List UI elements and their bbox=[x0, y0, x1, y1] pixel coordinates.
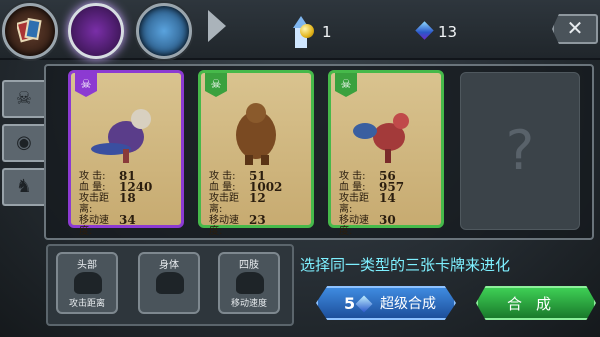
side-tab-eye[interactable]: ◉ bbox=[2, 124, 44, 162]
monster-art bbox=[91, 109, 151, 163]
range-value: 14 bbox=[379, 191, 396, 205]
super-merge-button[interactable]: 5 超级合成 bbox=[316, 286, 456, 320]
monster-art bbox=[236, 103, 276, 165]
rarity-badge-icon: ☠ bbox=[205, 73, 227, 97]
coin-icon bbox=[300, 24, 314, 38]
monster-card-1[interactable]: ☠ 攻 击: 81 血 量: 1240 攻击距离: 18 移动速度: 34 bbox=[68, 70, 184, 237]
gem-icon bbox=[355, 295, 373, 313]
speed-label: 移动速度: bbox=[209, 215, 239, 237]
card-stats: 攻 击: 51 血 量: 1002 攻击距离: 12 移动速度: 23 bbox=[209, 170, 309, 237]
part-stat-label: 攻击距离 bbox=[68, 299, 105, 309]
monster-card-3[interactable]: ☠ 攻 击: 56 血 量: 957 攻击距离: 14 移动速度: 30 bbox=[328, 70, 444, 237]
attack-label: 攻 击: bbox=[79, 171, 106, 182]
super-merge-label: 超级合成 bbox=[380, 296, 436, 312]
evolve-hint: 选择同一类型的三张卡牌来进化 bbox=[300, 256, 511, 274]
monster-art bbox=[353, 113, 409, 163]
range-label: 攻击距离: bbox=[339, 193, 369, 215]
hp-label: 血 量: bbox=[79, 182, 106, 193]
super-merge-cost: 5 bbox=[344, 294, 356, 313]
cards-icon bbox=[17, 17, 42, 43]
eye-icon: ◉ bbox=[16, 132, 32, 153]
hp-label: 血 量: bbox=[339, 182, 366, 193]
speed-value: 23 bbox=[249, 213, 266, 227]
part-stat-label: 移动速度 bbox=[230, 299, 267, 309]
skull-icon: ☠ bbox=[15, 88, 33, 109]
part-slot-body[interactable]: 身体 bbox=[138, 252, 200, 314]
part-slot-limbs[interactable]: 四肢 移动速度 bbox=[218, 252, 280, 314]
empty-card-slot[interactable]: ? bbox=[460, 72, 580, 230]
coin-count: 1 bbox=[322, 23, 332, 41]
close-button[interactable]: ✕ bbox=[552, 14, 598, 44]
merge-button[interactable]: 合成 bbox=[476, 286, 596, 320]
next-arrow-icon[interactable] bbox=[208, 10, 226, 42]
tab-tower[interactable] bbox=[136, 3, 309, 59]
tab-evolve[interactable] bbox=[68, 3, 180, 59]
part-slot-head[interactable]: 头部 攻击距离 bbox=[56, 252, 118, 314]
limbs-silhouette-icon bbox=[236, 272, 264, 294]
gem-icon bbox=[415, 21, 434, 40]
body-silhouette-icon bbox=[156, 272, 184, 294]
speed-label: 移动速度: bbox=[339, 215, 369, 237]
top-bar: 1 13 ✕ bbox=[0, 0, 600, 60]
side-tab-claw[interactable]: ♞ bbox=[2, 168, 44, 206]
tab-cards[interactable] bbox=[2, 3, 58, 59]
speed-value: 30 bbox=[379, 213, 396, 227]
head-silhouette-icon bbox=[74, 272, 102, 294]
gem-count: 13 bbox=[438, 23, 458, 41]
range-value: 18 bbox=[119, 191, 136, 205]
card-stats: 攻 击: 81 血 量: 1240 攻击距离: 18 移动速度: 34 bbox=[79, 170, 179, 237]
card-stats: 攻 击: 56 血 量: 957 攻击距离: 14 移动速度: 30 bbox=[339, 170, 439, 237]
range-label: 攻击距离: bbox=[79, 193, 109, 215]
part-label: 头部 bbox=[77, 260, 97, 271]
attack-label: 攻 击: bbox=[339, 171, 366, 182]
part-label: 四肢 bbox=[239, 260, 259, 271]
attack-label: 攻 击: bbox=[209, 171, 236, 182]
rarity-badge-icon: ☠ bbox=[75, 73, 97, 97]
speed-value: 34 bbox=[119, 213, 136, 227]
monster-card-2[interactable]: ☠ 攻 击: 51 血 量: 1002 攻击距离: 12 移动速度: 23 bbox=[198, 70, 314, 237]
hp-label: 血 量: bbox=[209, 182, 236, 193]
part-label: 身体 bbox=[159, 260, 179, 271]
speed-label: 移动速度: bbox=[79, 215, 109, 237]
range-label: 攻击距离: bbox=[209, 193, 239, 215]
side-tab-head[interactable]: ☠ bbox=[2, 80, 44, 118]
rarity-badge-icon: ☠ bbox=[335, 73, 357, 97]
range-value: 12 bbox=[249, 191, 266, 205]
claw-icon: ♞ bbox=[15, 176, 33, 197]
